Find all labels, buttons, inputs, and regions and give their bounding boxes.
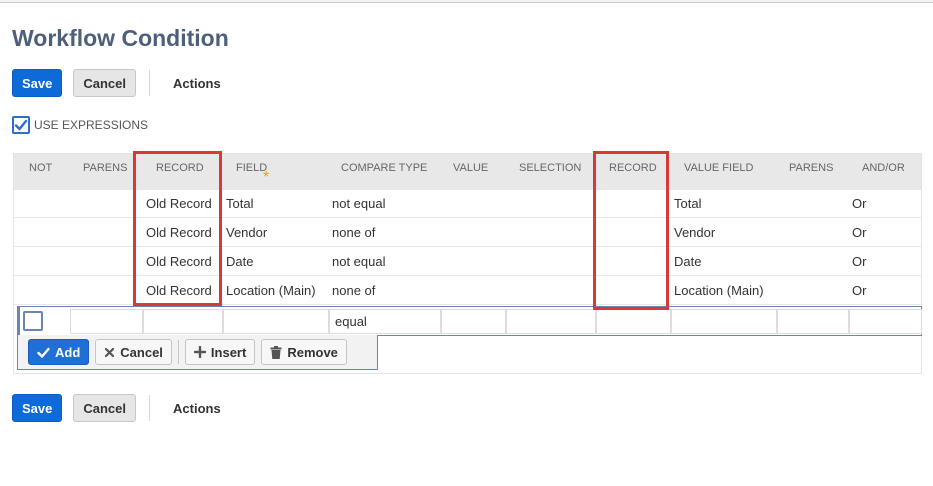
check-icon <box>37 347 50 358</box>
trash-icon <box>270 345 282 359</box>
toolbar-divider <box>149 70 151 96</box>
and-or-select[interactable] <box>849 309 922 334</box>
row-and-or: Or <box>852 254 867 269</box>
close-icon <box>105 347 115 357</box>
value-input[interactable] <box>441 309 506 334</box>
row-and-or: Or <box>852 225 867 240</box>
table-row[interactable]: Old Record Location (Main) none of Locat… <box>14 276 921 305</box>
conditions-grid: NOT PARENS RECORD FIELD * COMPARE TYPE V… <box>13 153 922 374</box>
col-selection[interactable]: SELECTION <box>519 154 581 190</box>
save-button[interactable]: Save <box>12 69 63 97</box>
row-record: Old Record <box>146 283 212 298</box>
cancel-button-bottom[interactable]: Cancel <box>73 394 137 422</box>
plus-icon <box>193 346 206 358</box>
row-value-field: Total <box>674 196 702 211</box>
row-value-field: Date <box>674 254 702 269</box>
remove-button[interactable]: Remove <box>261 339 347 365</box>
row-record: Old Record <box>146 254 212 269</box>
actions-menu-bottom[interactable]: Actions <box>173 401 221 416</box>
add-button-label: Add <box>55 344 81 360</box>
row-value-field: Location (Main) <box>674 283 764 298</box>
bottom-toolbar: Save Cancel Actions <box>12 394 221 422</box>
use-expressions-checkbox[interactable] <box>12 116 30 134</box>
use-expressions-label: USE EXPRESSIONS <box>34 118 149 132</box>
compare-type-select[interactable]: equal <box>329 309 441 334</box>
row-field: Vendor <box>226 225 268 240</box>
actions-menu[interactable]: Actions <box>173 76 221 91</box>
row-compare-type: none of <box>332 225 376 240</box>
use-expressions: USE EXPRESSIONS <box>12 116 148 134</box>
required-marker: * <box>263 169 270 186</box>
col-not[interactable]: NOT <box>29 154 52 190</box>
cancel-row-button[interactable]: Cancel <box>95 339 172 365</box>
top-toolbar: Save Cancel Actions <box>12 69 221 97</box>
save-button-bottom[interactable]: Save <box>12 394 63 422</box>
col-value-field[interactable]: VALUE FIELD <box>684 154 754 190</box>
remove-button-label: Remove <box>287 344 338 360</box>
record-select[interactable] <box>143 309 223 334</box>
field-select[interactable] <box>223 309 329 334</box>
row-actions-toolbar: Add Cancel Insert Remove <box>17 335 378 370</box>
value-record-select[interactable] <box>596 309 671 334</box>
col-record[interactable]: RECORD <box>156 154 204 190</box>
col-compare-type[interactable]: COMPARE TYPE <box>341 154 427 190</box>
not-checkbox[interactable] <box>23 311 43 331</box>
table-row[interactable]: Old Record Vendor none of Vendor Or <box>14 218 921 247</box>
selection-input[interactable] <box>506 309 596 334</box>
row-and-or: Or <box>852 196 867 211</box>
row-record: Old Record <box>146 225 212 240</box>
row-compare-type: none of <box>332 283 376 298</box>
col-value-parens[interactable]: PARENS <box>789 154 833 190</box>
insert-button-label: Insert <box>210 344 247 360</box>
page-title: Workflow Condition <box>12 25 229 51</box>
row-and-or: Or <box>852 283 867 298</box>
row-field: Total <box>226 196 254 211</box>
col-and-or[interactable]: AND/OR <box>862 154 905 190</box>
cancel-row-label: Cancel <box>120 344 163 360</box>
tools-divider <box>177 340 179 364</box>
table-row[interactable]: Old Record Date not equal Date Or <box>14 247 921 276</box>
row-field: Date <box>226 254 254 269</box>
toolbar-divider-bottom <box>149 395 151 421</box>
row-field: Location (Main) <box>226 283 316 298</box>
parens-input[interactable] <box>70 309 143 334</box>
col-value-record[interactable]: RECORD <box>609 154 657 190</box>
row-record: Old Record <box>146 196 212 211</box>
grid-header: NOT PARENS RECORD FIELD * COMPARE TYPE V… <box>14 154 921 190</box>
insert-button[interactable]: Insert <box>184 339 256 365</box>
row-compare-type: not equal <box>332 254 386 269</box>
col-value[interactable]: VALUE <box>453 154 488 190</box>
value-parens-input[interactable] <box>777 309 849 334</box>
cancel-button[interactable]: Cancel <box>73 69 137 97</box>
row-compare-type: not equal <box>332 196 386 211</box>
table-row[interactable]: Old Record Total not equal Total Or <box>14 189 921 218</box>
add-button[interactable]: Add <box>28 339 90 365</box>
row-value-field: Vendor <box>674 225 716 240</box>
top-border <box>0 0 933 3</box>
col-parens[interactable]: PARENS <box>83 154 127 190</box>
checkmark-icon <box>14 119 28 131</box>
value-field-select[interactable] <box>671 309 777 334</box>
edit-row: equal <box>17 306 922 336</box>
